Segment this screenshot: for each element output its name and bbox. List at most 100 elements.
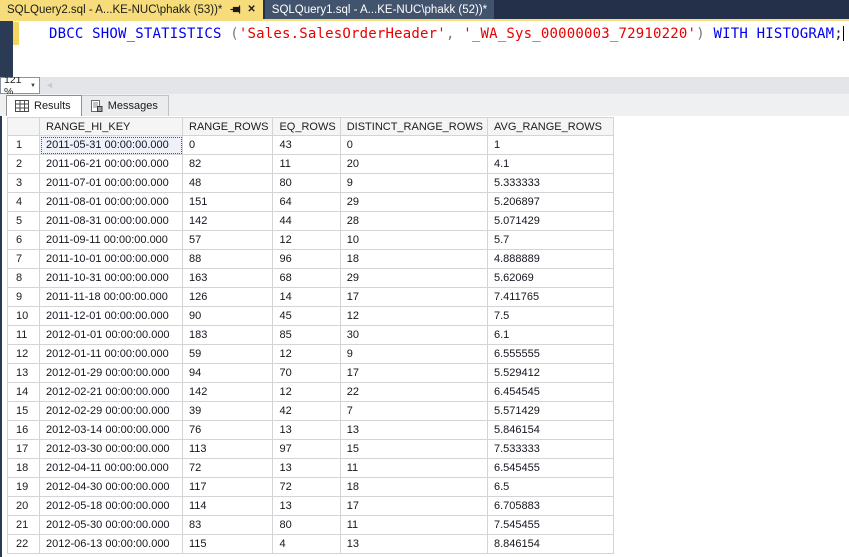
- grid-cell[interactable]: 5.529412: [488, 364, 614, 383]
- grid-corner-header[interactable]: [7, 117, 40, 136]
- column-header[interactable]: AVG_RANGE_ROWS: [488, 117, 614, 136]
- grid-cell[interactable]: 6.5: [488, 478, 614, 497]
- row-header[interactable]: 21: [7, 516, 40, 535]
- grid-cell[interactable]: 20: [340, 155, 488, 174]
- grid-cell[interactable]: 4.1: [488, 155, 614, 174]
- grid-cell[interactable]: 85: [273, 326, 341, 345]
- grid-cell[interactable]: 6.555555: [488, 345, 614, 364]
- grid-cell[interactable]: 39: [183, 402, 274, 421]
- grid-cell[interactable]: 4.888889: [488, 250, 614, 269]
- row-header[interactable]: 10: [7, 307, 40, 326]
- grid-cell[interactable]: 18: [340, 478, 488, 497]
- grid-cell[interactable]: 7.545455: [488, 516, 614, 535]
- grid-cell[interactable]: 12: [273, 231, 341, 250]
- grid-cell[interactable]: 2012-01-11 00:00:00.000: [40, 345, 183, 364]
- grid-cell[interactable]: 0: [340, 136, 488, 155]
- grid-cell[interactable]: 6.545455: [488, 459, 614, 478]
- row-header[interactable]: 2: [7, 155, 40, 174]
- row-header[interactable]: 15: [7, 402, 40, 421]
- grid-cell[interactable]: 59: [183, 345, 274, 364]
- grid-cell[interactable]: 2011-08-31 00:00:00.000: [40, 212, 183, 231]
- grid-cell[interactable]: 44: [273, 212, 341, 231]
- grid-cell[interactable]: 2012-03-30 00:00:00.000: [40, 440, 183, 459]
- grid-cell[interactable]: 45: [273, 307, 341, 326]
- grid-cell[interactable]: 5.846154: [488, 421, 614, 440]
- grid-cell[interactable]: 2011-12-01 00:00:00.000: [40, 307, 183, 326]
- grid-cell[interactable]: 17: [340, 497, 488, 516]
- column-header[interactable]: EQ_ROWS: [273, 117, 341, 136]
- grid-cell[interactable]: 2011-05-31 00:00:00.000: [40, 136, 183, 155]
- grid-cell[interactable]: 15: [340, 440, 488, 459]
- grid-cell[interactable]: 2012-02-29 00:00:00.000: [40, 402, 183, 421]
- grid-cell[interactable]: 2012-05-30 00:00:00.000: [40, 516, 183, 535]
- grid-cell[interactable]: 6.1: [488, 326, 614, 345]
- grid-cell[interactable]: 2011-07-01 00:00:00.000: [40, 174, 183, 193]
- grid-cell[interactable]: 72: [273, 478, 341, 497]
- grid-cell[interactable]: 151: [183, 193, 274, 212]
- close-icon[interactable]: ✕: [247, 4, 255, 15]
- grid-cell[interactable]: 4: [273, 535, 341, 554]
- grid-cell[interactable]: 183: [183, 326, 274, 345]
- grid-cell[interactable]: 76: [183, 421, 274, 440]
- grid-cell[interactable]: 90: [183, 307, 274, 326]
- grid-cell[interactable]: 88: [183, 250, 274, 269]
- grid-cell[interactable]: 2012-04-30 00:00:00.000: [40, 478, 183, 497]
- row-header[interactable]: 1: [7, 136, 40, 155]
- row-header[interactable]: 9: [7, 288, 40, 307]
- grid-cell[interactable]: 6.454545: [488, 383, 614, 402]
- grid-cell[interactable]: 64: [273, 193, 341, 212]
- grid-cell[interactable]: 5.071429: [488, 212, 614, 231]
- grid-cell[interactable]: 83: [183, 516, 274, 535]
- row-header[interactable]: 22: [7, 535, 40, 554]
- grid-cell[interactable]: 97: [273, 440, 341, 459]
- grid-cell[interactable]: 29: [340, 193, 488, 212]
- grid-cell[interactable]: 72: [183, 459, 274, 478]
- grid-cell[interactable]: 48: [183, 174, 274, 193]
- grid-cell[interactable]: 42: [273, 402, 341, 421]
- grid-cell[interactable]: 2012-01-01 00:00:00.000: [40, 326, 183, 345]
- grid-cell[interactable]: 70: [273, 364, 341, 383]
- grid-cell[interactable]: 13: [340, 421, 488, 440]
- grid-cell[interactable]: 7.533333: [488, 440, 614, 459]
- grid-cell[interactable]: 13: [273, 459, 341, 478]
- grid-cell[interactable]: 12: [340, 307, 488, 326]
- grid-cell[interactable]: 7.411765: [488, 288, 614, 307]
- query-editor[interactable]: DBCC SHOW_STATISTICS ('Sales.SalesOrderH…: [0, 21, 849, 77]
- tab-sqlquery1[interactable]: SQLQuery1.sql - A...KE-NUC\phakk (52))*: [264, 0, 495, 19]
- column-header[interactable]: RANGE_HI_KEY: [40, 117, 183, 136]
- grid-cell[interactable]: 2012-04-11 00:00:00.000: [40, 459, 183, 478]
- row-header[interactable]: 7: [7, 250, 40, 269]
- row-header[interactable]: 8: [7, 269, 40, 288]
- grid-cell[interactable]: 13: [340, 535, 488, 554]
- grid-cell[interactable]: 94: [183, 364, 274, 383]
- grid-cell[interactable]: 126: [183, 288, 274, 307]
- grid-cell[interactable]: 14: [273, 288, 341, 307]
- grid-cell[interactable]: 9: [340, 345, 488, 364]
- row-header[interactable]: 14: [7, 383, 40, 402]
- grid-cell[interactable]: 11: [340, 516, 488, 535]
- grid-cell[interactable]: 2011-10-31 00:00:00.000: [40, 269, 183, 288]
- grid-cell[interactable]: 115: [183, 535, 274, 554]
- row-header[interactable]: 18: [7, 459, 40, 478]
- row-header[interactable]: 13: [7, 364, 40, 383]
- grid-cell[interactable]: 113: [183, 440, 274, 459]
- row-header[interactable]: 3: [7, 174, 40, 193]
- grid-cell[interactable]: 2012-05-18 00:00:00.000: [40, 497, 183, 516]
- grid-cell[interactable]: 13: [273, 497, 341, 516]
- grid-cell[interactable]: 142: [183, 212, 274, 231]
- column-header[interactable]: RANGE_ROWS: [183, 117, 274, 136]
- grid-cell[interactable]: 18: [340, 250, 488, 269]
- grid-cell[interactable]: 17: [340, 288, 488, 307]
- grid-cell[interactable]: 8.846154: [488, 535, 614, 554]
- grid-cell[interactable]: 142: [183, 383, 274, 402]
- row-header[interactable]: 16: [7, 421, 40, 440]
- grid-cell[interactable]: 2011-09-11 00:00:00.000: [40, 231, 183, 250]
- grid-cell[interactable]: 22: [340, 383, 488, 402]
- grid-cell[interactable]: 2012-03-14 00:00:00.000: [40, 421, 183, 440]
- grid-cell[interactable]: 17: [340, 364, 488, 383]
- grid-cell[interactable]: 80: [273, 516, 341, 535]
- pin-icon[interactable]: [230, 4, 241, 15]
- row-header[interactable]: 19: [7, 478, 40, 497]
- tab-messages[interactable]: Messages: [81, 95, 169, 116]
- grid-cell[interactable]: 12: [273, 345, 341, 364]
